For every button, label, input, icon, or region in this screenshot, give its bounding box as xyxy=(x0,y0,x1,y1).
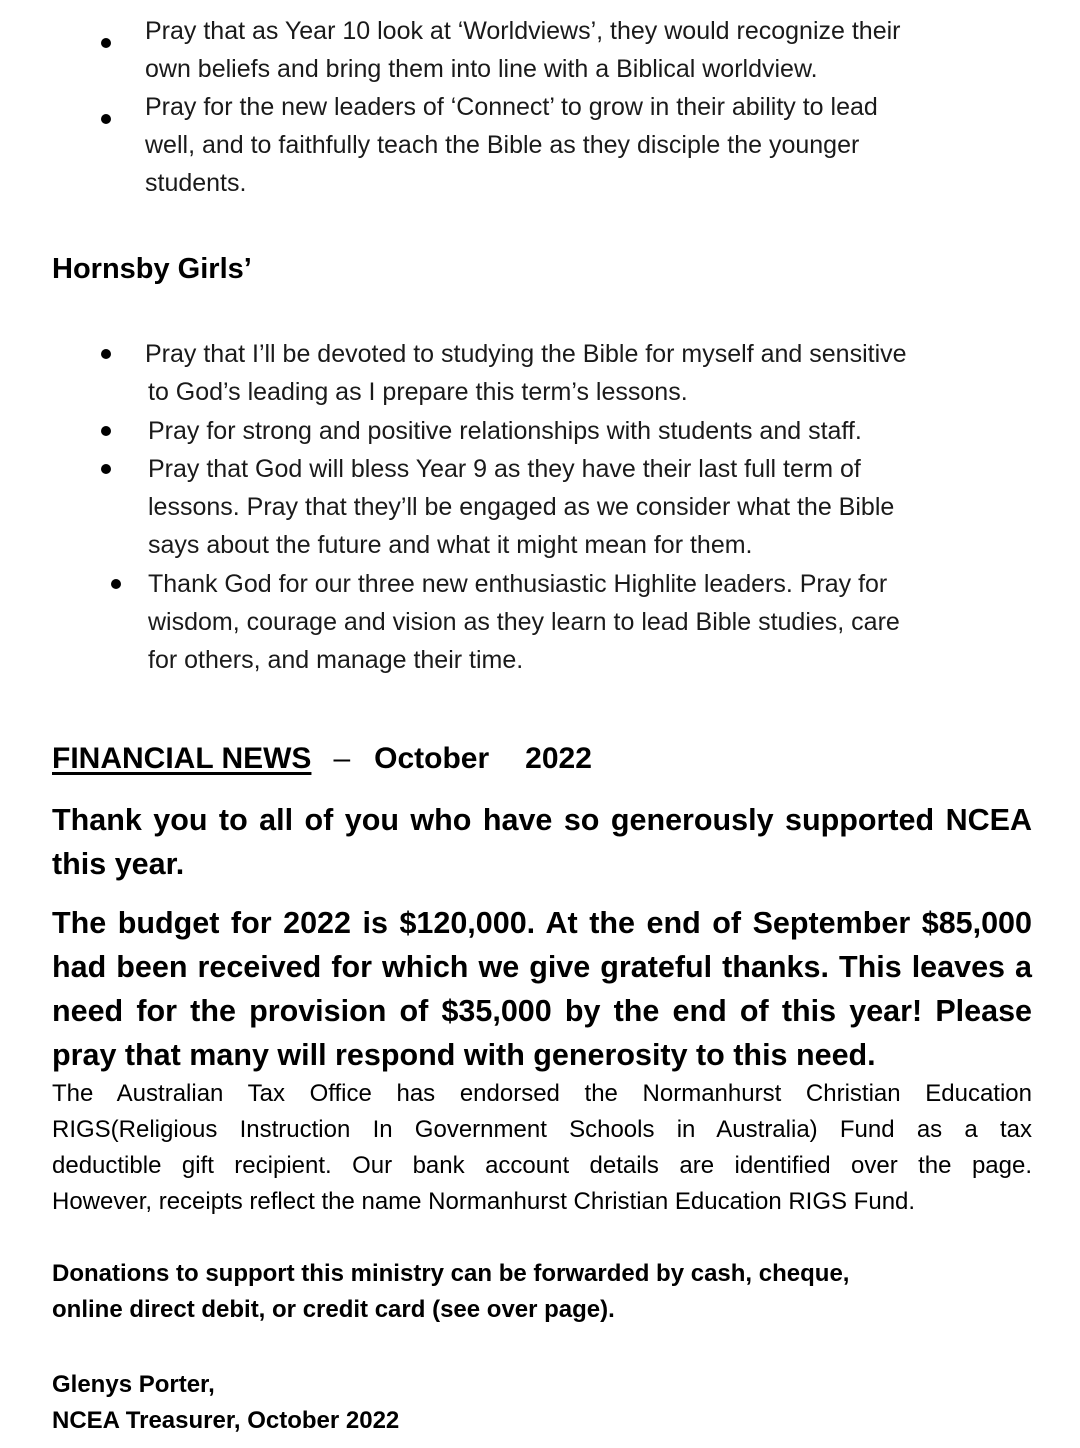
newsletter-page: Pray that as Year 10 look at ‘Worldviews… xyxy=(0,0,1080,1448)
bullet-icon xyxy=(101,349,111,359)
list-item-text: Thank God for our three new enthusiastic… xyxy=(148,565,900,679)
text-line: Pray for strong and positive relationshi… xyxy=(148,417,862,445)
text-line: Thank you to all of you who have so gene… xyxy=(52,803,1032,837)
text-line: lessons. Pray that they’ll be engaged as… xyxy=(148,493,895,521)
financial-news-heading: FINANCIAL NEWS – October 2022 xyxy=(52,740,592,778)
text-line: this year. xyxy=(52,847,185,881)
thanks-paragraph: Thank you to all of you who have so gene… xyxy=(52,798,1032,886)
text-line: online direct debit, or credit card (see… xyxy=(52,1296,615,1323)
text-line: However, receipts reflect the name Norma… xyxy=(52,1188,916,1215)
budget-paragraph: The budget for 2022 is $120,000. At the … xyxy=(52,901,1032,1077)
hornsby-prayer-list: Pray that I’ll be devoted to studying th… xyxy=(0,335,1080,680)
text-line: students. xyxy=(145,169,247,197)
list-item-text: Pray that God will bless Year 9 as they … xyxy=(148,450,894,564)
list-item-text: Pray for strong and positive relationshi… xyxy=(148,412,862,450)
text-line: deductible gift recipient. Our bank acco… xyxy=(52,1152,1032,1179)
text-line: Donations to support this ministry can b… xyxy=(52,1260,850,1287)
text-line: well, and to faithfully teach the Bible … xyxy=(145,131,860,159)
text-line: Pray that God will bless Year 9 as they … xyxy=(148,455,861,483)
donations-paragraph: Donations to support this ministry can b… xyxy=(52,1256,1032,1328)
text-line: Pray that I’ll be devoted to studying th… xyxy=(145,340,907,368)
heading-year: 2022 xyxy=(525,742,592,775)
section-heading-hornsby: Hornsby Girls’ xyxy=(52,253,252,285)
text-line: wisdom, courage and vision as they learn… xyxy=(148,608,900,636)
financial-news-title: FINANCIAL NEWS xyxy=(52,742,312,775)
bullet-icon xyxy=(111,579,121,589)
text-line: pray that many will respond with generos… xyxy=(52,1038,876,1072)
text-line: need for the provision of $35,000 by the… xyxy=(52,994,1032,1028)
list-item-text: Pray that I’ll be devoted to studying th… xyxy=(145,335,907,411)
text-line: Thank God for our three new enthusiastic… xyxy=(148,570,888,598)
text-line: The budget for 2022 is $120,000. At the … xyxy=(52,906,1032,940)
text-line: says about the future and what it might … xyxy=(148,531,753,559)
list-item-text: Pray for the new leaders of ‘Connect’ to… xyxy=(145,88,878,202)
text-line: RIGS(Religious Instruction In Government… xyxy=(52,1116,1032,1143)
list-item-text: Pray that as Year 10 look at ‘Worldviews… xyxy=(145,12,901,88)
text-line: for others, and manage their time. xyxy=(148,646,524,674)
text-line: had been received for which we give grat… xyxy=(52,950,1032,984)
bullet-icon xyxy=(101,38,111,48)
signature-name: Glenys Porter, xyxy=(52,1371,215,1398)
text-line: own beliefs and bring them into line wit… xyxy=(145,55,818,83)
signature-block: Glenys Porter, NCEA Treasurer, October 2… xyxy=(52,1367,1032,1439)
heading-dash: – xyxy=(333,742,351,775)
text-line: Pray for the new leaders of ‘Connect’ to… xyxy=(145,93,878,121)
text-line: to God’s leading as I prepare this term’… xyxy=(148,378,688,406)
bullet-icon xyxy=(101,464,111,474)
top-prayer-list: Pray that as Year 10 look at ‘Worldviews… xyxy=(0,12,1080,202)
text-line: The Australian Tax Office has endorsed t… xyxy=(52,1080,1032,1107)
signature-role: NCEA Treasurer, October 2022 xyxy=(52,1407,400,1434)
bullet-icon xyxy=(101,114,111,124)
text-line: Pray that as Year 10 look at ‘Worldviews… xyxy=(145,17,901,45)
bullet-icon xyxy=(101,426,111,436)
heading-month: October xyxy=(374,742,490,775)
tax-paragraph: The Australian Tax Office has endorsed t… xyxy=(52,1076,1032,1220)
